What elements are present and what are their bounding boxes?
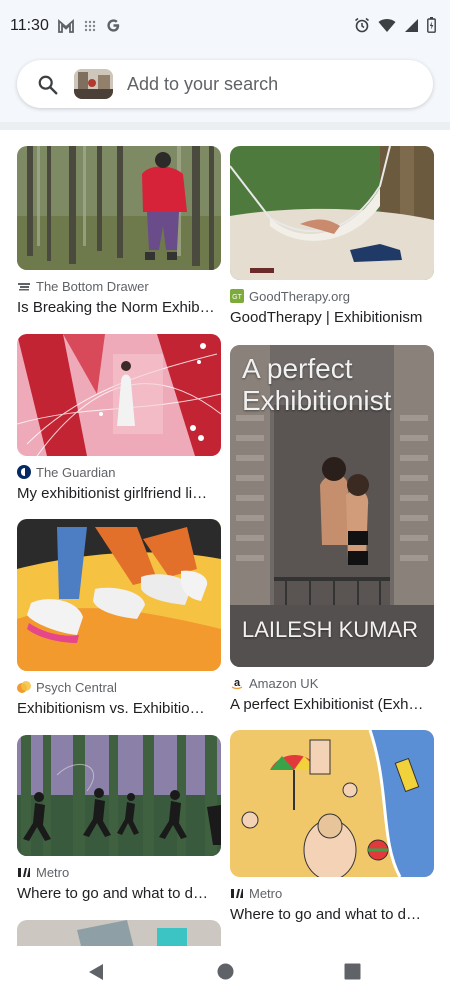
result-source: Metro bbox=[17, 864, 221, 880]
search-image-thumbnail[interactable] bbox=[74, 69, 113, 99]
search-icon bbox=[38, 75, 58, 95]
result-card[interactable]: Psych Central Exhibitionism vs. Exhibiti… bbox=[17, 519, 221, 717]
result-title[interactable]: Where to go and what to d… bbox=[17, 885, 221, 902]
result-image[interactable] bbox=[230, 730, 434, 877]
result-card[interactable]: Metro Where to go and what to d… bbox=[230, 730, 434, 923]
psych-central-favicon-icon bbox=[17, 681, 31, 693]
result-source-name: The Guardian bbox=[36, 464, 116, 480]
search-input[interactable]: Add to your search bbox=[17, 60, 433, 108]
search-area: Add to your search bbox=[0, 52, 450, 126]
result-source: GT GoodTherapy.org bbox=[230, 288, 434, 304]
search-placeholder: Add to your search bbox=[127, 74, 279, 94]
svg-text:a: a bbox=[234, 677, 241, 689]
result-title[interactable]: Exhibitionism vs. Exhibitio… bbox=[17, 700, 221, 717]
result-card[interactable] bbox=[17, 920, 221, 946]
gmail-icon bbox=[58, 18, 74, 33]
result-source: The Bottom Drawer bbox=[17, 278, 221, 294]
book-cover-author: LAILESH KUMAR bbox=[242, 617, 419, 642]
result-source-name: Metro bbox=[36, 864, 70, 880]
result-image[interactable] bbox=[17, 146, 221, 270]
result-title[interactable]: Where to go and what to d… bbox=[230, 906, 434, 923]
result-image[interactable] bbox=[17, 334, 221, 456]
result-source-name: GoodTherapy.org bbox=[249, 288, 350, 304]
result-image[interactable] bbox=[17, 920, 221, 946]
result-card[interactable]: The Bottom Drawer Is Breaking the Norm E… bbox=[17, 146, 221, 316]
result-source-name: Psych Central bbox=[36, 679, 117, 695]
signal-icon bbox=[405, 18, 418, 32]
result-source: Psych Central bbox=[17, 679, 221, 695]
battery-icon bbox=[427, 17, 436, 33]
status-time: 11:30 bbox=[10, 17, 49, 34]
image-results-grid: The Bottom Drawer Is Breaking the Norm E… bbox=[0, 146, 450, 946]
svg-text:GT: GT bbox=[232, 294, 242, 301]
result-source-name: Amazon UK bbox=[249, 675, 319, 691]
home-icon[interactable] bbox=[217, 963, 234, 980]
result-title[interactable]: A perfect Exhibitionist (Exh… bbox=[230, 696, 434, 713]
back-icon[interactable] bbox=[87, 963, 105, 981]
result-source: Metro bbox=[230, 885, 434, 901]
google-g-icon bbox=[107, 19, 120, 32]
result-card[interactable]: The Guardian My exhibitionist girlfriend… bbox=[17, 334, 221, 502]
result-source: The Guardian bbox=[17, 464, 221, 480]
status-left-icons bbox=[58, 18, 121, 33]
result-title[interactable]: My exhibitionist girlfriend li… bbox=[17, 485, 221, 502]
result-title[interactable]: Is Breaking the Norm Exhib… bbox=[17, 299, 221, 316]
alarm-icon bbox=[355, 17, 369, 33]
guardian-favicon-icon bbox=[17, 465, 31, 479]
result-card[interactable]: A perfect Exhibitionist LAILESH KUMAR a … bbox=[230, 345, 434, 713]
metro-favicon-icon bbox=[18, 868, 30, 877]
status-right-icons bbox=[354, 17, 436, 33]
result-image[interactable] bbox=[17, 519, 221, 671]
result-image[interactable] bbox=[17, 735, 221, 856]
amazon-favicon-icon: a bbox=[231, 677, 243, 690]
book-cover-title-line2: Exhibitionist bbox=[242, 385, 392, 416]
result-image[interactable]: A perfect Exhibitionist LAILESH KUMAR bbox=[230, 345, 434, 667]
apps-grid-icon bbox=[84, 20, 96, 31]
goodtherapy-favicon-icon: GT bbox=[230, 289, 244, 303]
recents-icon[interactable] bbox=[344, 963, 361, 980]
result-card[interactable]: Metro Where to go and what to d… bbox=[17, 735, 221, 902]
result-title[interactable]: GoodTherapy | Exhibitionism bbox=[230, 309, 434, 326]
result-source-name: The Bottom Drawer bbox=[36, 278, 149, 294]
result-source: a Amazon UK bbox=[230, 675, 434, 691]
metro-favicon-icon bbox=[231, 889, 243, 898]
section-divider bbox=[0, 122, 450, 130]
bottom-drawer-favicon-icon bbox=[18, 283, 30, 291]
result-image[interactable] bbox=[230, 146, 434, 280]
status-bar: 11:30 bbox=[0, 0, 450, 52]
system-nav-bar bbox=[0, 946, 450, 1000]
wifi-icon bbox=[378, 18, 396, 32]
result-card[interactable]: GT GoodTherapy.org GoodTherapy | Exhibit… bbox=[230, 146, 434, 326]
book-cover-title-line1: A perfect bbox=[242, 353, 353, 384]
result-source-name: Metro bbox=[249, 885, 283, 901]
